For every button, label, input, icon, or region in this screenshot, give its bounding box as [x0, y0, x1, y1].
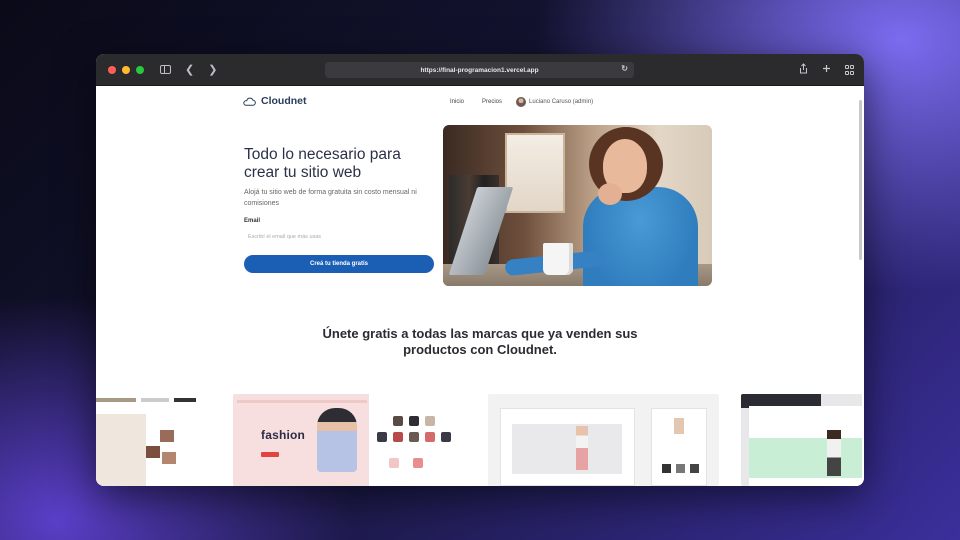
window-controls — [108, 65, 144, 74]
browser-window: ❮ ❯ https://final-programacion1.vercel.a… — [96, 54, 864, 486]
close-window-button[interactable] — [108, 65, 116, 74]
reload-icon[interactable]: ↻ — [621, 64, 628, 73]
zoom-window-button[interactable] — [136, 65, 144, 74]
toolbar-right — [799, 54, 854, 86]
store-preview-1 — [96, 394, 214, 486]
store-showcase-strip: fashion — [96, 394, 862, 486]
brand-name: Cloudnet — [261, 95, 307, 107]
site-logo[interactable]: Cloudnet — [242, 95, 307, 107]
share-icon[interactable] — [799, 63, 808, 77]
user-name[interactable]: Luciano Caruso (admin) — [529, 99, 593, 105]
create-store-button[interactable]: Creá tu tienda gratis — [244, 255, 434, 273]
hero-image — [443, 125, 712, 286]
hero-subtitle: Alojá tu sitio web de forma gratuita sin… — [244, 189, 417, 207]
store-preview-4 — [741, 394, 862, 486]
nav-link-precios[interactable]: Precios — [482, 99, 502, 105]
url-text: https://final-programacion1.vercel.app — [420, 66, 539, 74]
main-nav: Inicio Precios Luciano Caruso (admin) — [450, 97, 593, 107]
store-preview-fashion: fashion — [233, 394, 466, 486]
email-label: Email — [244, 218, 261, 224]
back-arrow-icon[interactable]: ❮ — [185, 63, 194, 76]
forward-arrow-icon[interactable]: ❯ — [208, 63, 217, 76]
hero-title: Todo lo necesario para crear tu sitio we… — [244, 146, 401, 181]
store-preview-3 — [488, 394, 719, 486]
new-tab-icon[interactable] — [822, 64, 831, 76]
minimize-window-button[interactable] — [122, 65, 130, 74]
avatar[interactable] — [516, 97, 527, 107]
nav-link-inicio[interactable]: Inicio — [450, 99, 464, 105]
email-field[interactable] — [244, 228, 434, 245]
brands-section-title: Únete gratis a todas las marcas que ya v… — [322, 326, 638, 357]
sidebar-toggle-icon[interactable] — [160, 65, 171, 74]
browser-titlebar: ❮ ❯ https://final-programacion1.vercel.a… — [96, 54, 864, 86]
page-scrollbar[interactable] — [859, 100, 862, 260]
cloud-icon — [242, 97, 256, 106]
page-content: Cloudnet Inicio Precios Luciano Caruso (… — [96, 86, 864, 486]
address-bar[interactable]: https://final-programacion1.vercel.app ↻ — [325, 62, 634, 78]
fashion-headline: fashion — [261, 428, 306, 442]
tab-overview-icon[interactable] — [844, 65, 854, 75]
